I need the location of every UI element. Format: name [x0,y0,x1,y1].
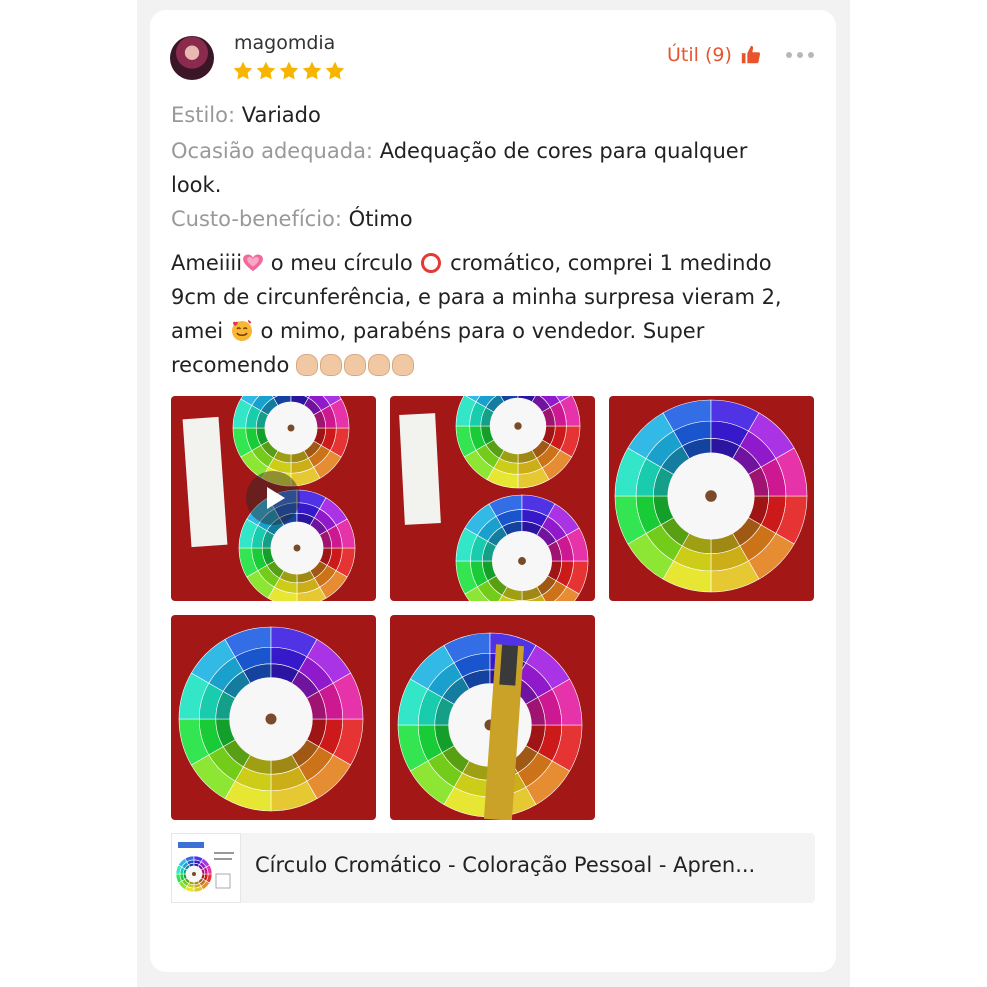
review-text-part: o meu círculo [264,251,420,275]
color-wheel-photo [614,399,808,593]
attribute-value: Variado [241,103,321,127]
color-wheel-photo [397,632,583,820]
review-photo[interactable] [609,396,814,601]
review-video-thumbnail[interactable] [171,396,376,601]
attribute-key: Estilo: [171,103,236,127]
product-thumbnail [171,833,241,903]
attribute-value: Ótimo [348,207,413,231]
thumbs-up-icon [741,45,760,64]
smiling-face-with-hearts-emoji-icon [231,319,253,341]
clapping-hands-emoji-icon [392,354,415,376]
review-photo[interactable] [390,396,595,601]
clapping-hands-emoji-icon [368,354,391,376]
helpful-label: Útil (9) [667,44,732,66]
star-icon [302,61,322,80]
attribute-key: Custo-benefício: [171,207,342,231]
attribute-style: Estilo: Variado [171,98,801,132]
review-text: Ameiiii o meu círculo cromático, comprei… [171,246,791,382]
color-wheel-photo [178,626,364,812]
helpful-button[interactable]: Útil (9) [667,44,762,66]
attribute-key: Ocasião adequada: [171,139,374,163]
star-icon [233,61,253,80]
clapping-hands-emoji-icon [344,354,367,376]
star-icon [256,61,276,80]
review-photo[interactable] [171,615,376,820]
review-photo[interactable] [390,615,595,820]
more-options-icon[interactable] [786,52,814,58]
play-video-icon[interactable] [246,471,300,525]
rating-stars [232,60,346,82]
star-icon [325,61,345,80]
attribute-occasion: Ocasião adequada: Adequação de cores par… [171,134,801,202]
clapping-hands-emoji-icon [320,354,343,376]
growing-heart-emoji-icon [243,254,263,272]
star-icon [279,61,299,80]
product-link[interactable]: Círculo Cromático - Coloração Pessoal - … [171,833,815,903]
red-circle-emoji-icon [421,253,442,273]
review-card: magomdia Útil (9) Estilo: Variado Ocasiã… [150,10,836,972]
username[interactable]: magomdia [234,32,335,54]
attribute-value-for-money: Custo-benefício: Ótimo [171,202,801,236]
color-wheel-photo [399,396,589,601]
product-title: Círculo Cromático - Coloração Pessoal - … [255,853,756,877]
avatar[interactable] [170,36,214,80]
review-text-part: Ameiiii [171,251,243,275]
clapping-hands-emoji-icon [296,354,319,376]
